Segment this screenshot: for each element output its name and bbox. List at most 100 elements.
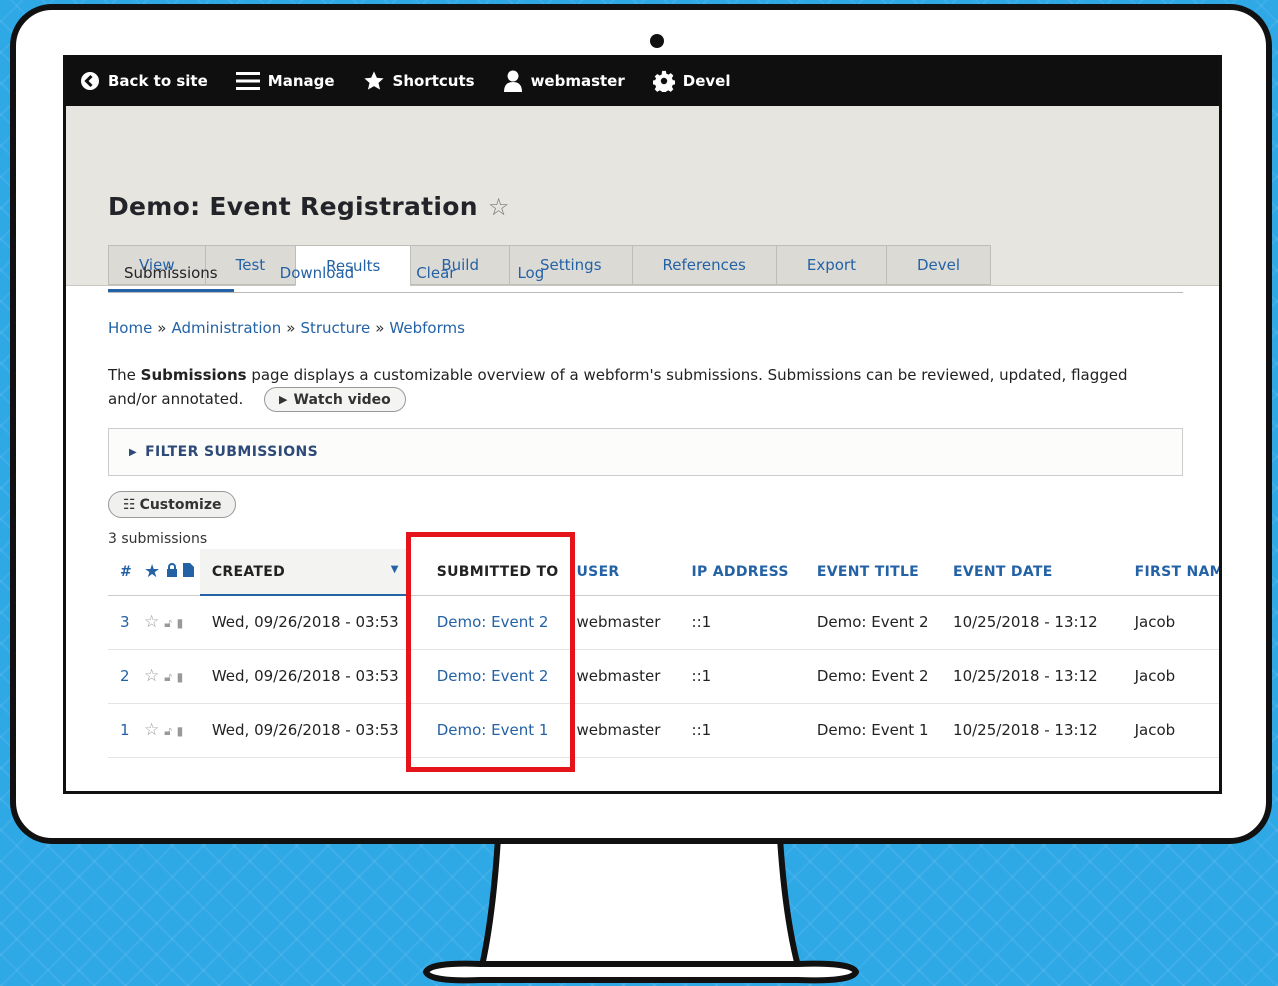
star-outline-icon[interactable]: ☆ [144,720,159,740]
table-row[interactable]: 2 ☆ 🔓︎ ▮ Wed, 09/26/2018 - 03:53 Demo: E… [108,649,1219,704]
row-ip: ::1 [679,595,805,650]
row-user: webmaster [570,703,680,758]
back-to-site-link[interactable]: Back to site [80,71,208,91]
secondary-tabs: Submissions Download Clear Log [108,255,1183,293]
row-created: Wed, 09/26/2018 - 03:53 [199,595,411,650]
lock-icon [166,563,183,581]
description-bold: Submissions [140,366,247,384]
breadcrumb-separator: » [375,319,385,337]
notes-icon[interactable]: ▮ [177,670,184,684]
row-event-title: Demo: Event 1 [804,703,942,758]
col-created-label: CREATED [211,563,286,580]
list-icon: ☷ [123,496,136,513]
page-title: Demo: Event Registration ☆ [108,192,510,221]
row-submitted-to[interactable]: Demo: Event 2 [410,649,571,704]
filter-label: FILTER SUBMISSIONS [145,444,319,460]
row-ip: ::1 [679,649,805,704]
devel-link[interactable]: Devel [652,70,731,92]
table-row[interactable]: 1 ☆ 🔓︎ ▮ Wed, 09/26/2018 - 03:53 Demo: E… [108,703,1219,758]
customize-button[interactable]: ☷ Customize [108,491,237,518]
hamburger-icon [235,71,260,91]
row-created: Wed, 09/26/2018 - 03:53 [199,703,411,758]
breadcrumb: Home» Administration» Structure» Webforms [108,319,1218,337]
col-first-name[interactable]: FIRST NAME [1122,549,1219,596]
col-num[interactable]: # [108,549,139,596]
row-ip: ::1 [679,703,805,758]
col-ip-address[interactable]: IP ADDRESS [679,549,805,596]
row-submitted-to[interactable]: Demo: Event 1 [410,703,571,758]
row-event-title: Demo: Event 2 [804,595,942,650]
user-link[interactable]: webmaster [503,70,625,92]
row-user: webmaster [570,649,680,704]
description-prefix: The [108,366,141,384]
row-user: webmaster [570,595,680,650]
main-content: Home» Administration» Structure» Webforms T… [108,293,1219,758]
row-event-date: 10/25/2018 - 13:12 [941,595,1123,650]
row-event-date: 10/25/2018 - 13:12 [941,649,1123,704]
subtab-submissions[interactable]: Submissions [108,255,234,292]
star-outline-icon[interactable]: ☆ [144,612,159,632]
row-num[interactable]: 2 [108,649,139,704]
chevron-left-circle-icon [80,71,100,91]
notes-icon[interactable]: ▮ [177,616,184,630]
star-filled-icon: ★ [144,561,161,583]
watch-video-label: Watch video [293,391,391,408]
row-flags: ☆ 🔓︎ ▮ [138,703,200,758]
watch-video-button[interactable]: ▶ Watch video [264,387,406,412]
notes-icon [182,563,194,581]
row-first-name: Jacob [1122,595,1219,650]
breadcrumb-webforms[interactable]: Webforms [389,319,465,337]
gear-icon [652,70,675,92]
col-event-date[interactable]: EVENT DATE [941,549,1123,596]
submission-count: 3 submissions [108,531,208,547]
unlock-icon[interactable]: 🔓︎ [164,724,172,738]
manage-link[interactable]: Manage [235,71,335,91]
monitor-stand [422,836,860,984]
table-row[interactable]: 3 ☆ 🔓︎ ▮ Wed, 09/26/2018 - 03:53 Demo: E… [108,595,1219,650]
notes-icon[interactable]: ▮ [177,724,184,738]
page-title-text: Demo: Event Registration [108,192,478,221]
col-flags: ★ [138,549,200,596]
row-flags: ☆ 🔓︎ ▮ [138,595,200,650]
breadcrumb-separator: » [286,319,296,337]
user-label: webmaster [530,71,625,90]
col-user[interactable]: USER [570,549,680,596]
subtab-download[interactable]: Download [264,255,371,292]
subtab-clear[interactable]: Clear [400,255,471,292]
row-created: Wed, 09/26/2018 - 03:53 [199,649,411,704]
breadcrumb-administration[interactable]: Administration [171,319,281,337]
breadcrumb-home[interactable]: Home [108,319,152,337]
col-submitted-to[interactable]: SUBMITTED TO [410,549,571,596]
subtab-log[interactable]: Log [501,255,560,292]
description-suffix: page displays a customizable overview of… [108,366,1128,408]
row-event-title: Demo: Event 2 [804,649,942,704]
row-num[interactable]: 3 [108,595,139,650]
screen: Back to site Manage Shortcuts webmaster … [63,55,1222,794]
row-submitted-to[interactable]: Demo: Event 2 [410,595,571,650]
col-created[interactable]: CREATED ▼ [199,549,411,596]
devel-label: Devel [682,71,731,90]
user-icon [503,70,523,92]
sort-desc-icon: ▼ [390,563,399,575]
shortcuts-link[interactable]: Shortcuts [363,70,475,92]
filter-submissions-toggle[interactable]: ▶ FILTER SUBMISSIONS [108,428,1183,476]
col-event-title[interactable]: EVENT TITLE [804,549,942,596]
unlock-icon[interactable]: 🔓︎ [164,670,172,684]
star-outline-icon[interactable]: ☆ [144,666,159,686]
back-to-site-label: Back to site [108,71,208,90]
star-outline-icon[interactable]: ☆ [488,193,510,221]
play-icon: ▶ [279,392,288,406]
row-event-date: 10/25/2018 - 13:12 [941,703,1123,758]
shortcuts-label: Shortcuts [392,71,475,90]
submissions-table: # ★ CREATED ▼ SUBMITTED TO USER IP ADDRE… [108,549,1219,758]
table-header-row: # ★ CREATED ▼ SUBMITTED TO USER IP ADDRE… [108,549,1219,596]
triangle-right-icon: ▶ [129,446,138,458]
admin-toolbar: Back to site Manage Shortcuts webmaster … [66,55,1219,106]
breadcrumb-structure[interactable]: Structure [300,319,370,337]
row-first-name: Jacob [1122,649,1219,704]
row-num[interactable]: 1 [108,703,139,758]
page-description: The Submissions page displays a customiz… [108,363,1168,412]
row-first-name: Jacob [1122,703,1219,758]
unlock-icon[interactable]: 🔓︎ [164,616,172,630]
row-flags: ☆ 🔓︎ ▮ [138,649,200,704]
